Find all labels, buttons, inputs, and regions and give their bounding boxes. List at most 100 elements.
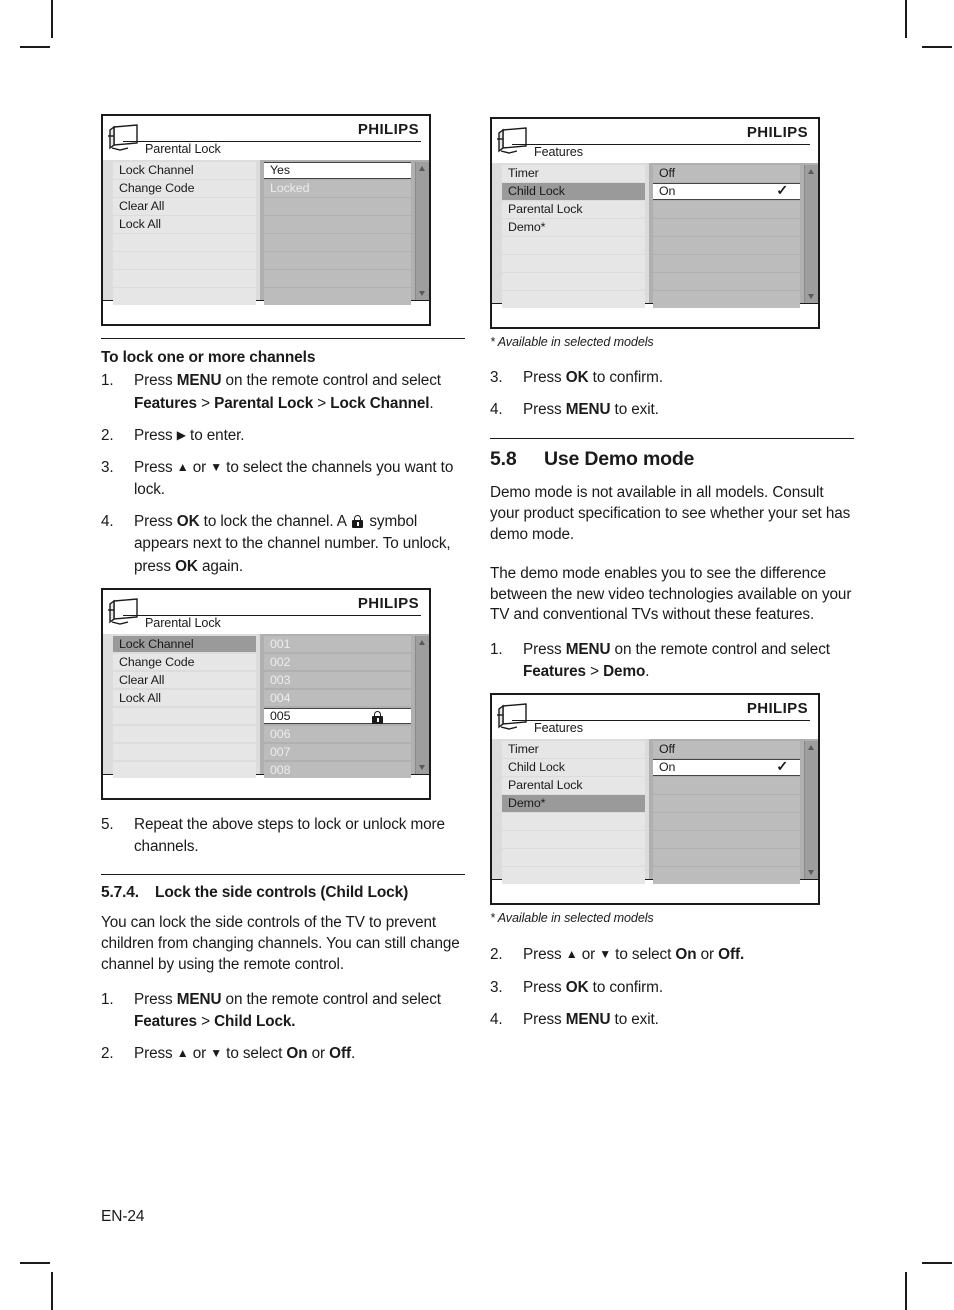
osd-body: Lock Channel Change Code Clear All Lock … bbox=[103, 160, 429, 305]
osd-scrollbar[interactable] bbox=[415, 162, 429, 300]
list-item: 4. Press MENU to exit. bbox=[490, 399, 854, 421]
scroll-up-arrow-icon[interactable] bbox=[419, 166, 425, 171]
osd-value-label: On bbox=[659, 184, 676, 198]
steps-demo-continued: 2. Press ▲ or ▼ to select On or Off. 3. Pr… bbox=[490, 944, 854, 1031]
lock-icon bbox=[370, 710, 385, 726]
osd-menu-item[interactable]: Change Code bbox=[113, 653, 256, 671]
osd-value-item-empty bbox=[653, 777, 800, 794]
osd-value-item-selected[interactable]: Yes bbox=[264, 162, 411, 179]
osd-menu-item[interactable]: Demo* bbox=[502, 219, 645, 236]
osd-value-item-empty bbox=[653, 831, 800, 848]
osd-channel-item[interactable]: 002 bbox=[264, 653, 411, 671]
osd-menu-item-empty bbox=[113, 725, 256, 743]
scroll-up-arrow-icon[interactable] bbox=[808, 745, 814, 751]
osd-menu-item[interactable]: Child Lock bbox=[502, 759, 645, 776]
osd-channel-item[interactable]: 008 bbox=[264, 761, 411, 779]
osd-channel-list: 001 002 003 004 005 006 007 008 bbox=[260, 635, 415, 779]
heading-section-5-8: 5.8 Use Demo mode bbox=[490, 448, 854, 471]
osd-menu-item-empty bbox=[502, 867, 645, 884]
osd-menu-item-empty bbox=[113, 743, 256, 761]
osd-scrollbar[interactable] bbox=[804, 741, 818, 880]
osd-channel-number: 005 bbox=[270, 708, 291, 723]
step-number: 2. bbox=[101, 1044, 114, 1062]
scroll-down-arrow-icon[interactable] bbox=[419, 291, 425, 296]
step-text: Press MENU on the remote control and sel… bbox=[523, 641, 830, 681]
checkmark-icon: ✓ bbox=[776, 758, 788, 775]
step-number: 2. bbox=[490, 946, 503, 964]
osd-value-item-empty bbox=[653, 255, 800, 272]
osd-value-panel: Off On ✓ bbox=[649, 739, 818, 884]
list-item: 3. Press OK to confirm. bbox=[490, 977, 854, 999]
osd-channel-item-selected[interactable]: 005 bbox=[264, 707, 411, 726]
osd-header: PHILIPS Features bbox=[492, 695, 818, 740]
step-text: Press ▲ or ▼ to select On or Off. bbox=[134, 1044, 356, 1062]
osd-menu-item[interactable]: Timer bbox=[502, 165, 645, 182]
osd-menu-item[interactable]: Change Code bbox=[113, 180, 256, 197]
osd-value-label: On bbox=[659, 760, 676, 775]
osd-menu-item-selected[interactable]: Lock Channel bbox=[113, 635, 256, 653]
osd-value-item-selected[interactable]: On ✓ bbox=[653, 183, 800, 200]
osd-value-item-selected[interactable]: On ✓ bbox=[653, 759, 800, 776]
osd-value-list: Yes Locked bbox=[260, 162, 415, 305]
list-item: 2. Press ▲ or ▼ to select On or Off. bbox=[101, 1043, 465, 1065]
osd-header: PHILIPS Features bbox=[492, 119, 818, 163]
osd-menu-item-selected[interactable]: Child Lock bbox=[502, 183, 645, 200]
philips-logo: PHILIPS bbox=[746, 700, 808, 718]
osd-scrollbar[interactable] bbox=[804, 165, 818, 303]
osd-menu-item-empty bbox=[113, 234, 256, 251]
osd-channel-item[interactable]: 007 bbox=[264, 743, 411, 761]
step-text: Press MENU to exit. bbox=[523, 401, 659, 419]
osd-menu-item[interactable]: Clear All bbox=[113, 671, 256, 689]
footnote-available-selected-models: * Available in selected models bbox=[490, 911, 654, 926]
osd-value-item-empty bbox=[653, 867, 800, 884]
osd-menu-item-empty bbox=[113, 252, 256, 269]
step-number: 1. bbox=[101, 990, 114, 1008]
paragraph-child-lock: You can lock the side controls of the TV… bbox=[101, 914, 460, 973]
osd-menu-item[interactable]: Clear All bbox=[113, 198, 256, 215]
scroll-up-arrow-icon[interactable] bbox=[419, 639, 425, 645]
paragraph-demo-availability: Demo mode is not available in all models… bbox=[490, 484, 851, 543]
osd-menu-item[interactable]: Lock All bbox=[113, 689, 256, 707]
section-divider bbox=[490, 438, 854, 440]
steps-child-lock: 1. Press MENU on the remote control and s… bbox=[101, 989, 465, 1066]
scroll-down-arrow-icon[interactable] bbox=[808, 294, 814, 299]
scroll-down-arrow-icon[interactable] bbox=[808, 870, 814, 876]
osd-value-item-empty bbox=[653, 201, 800, 218]
tv-icon bbox=[497, 127, 527, 154]
list-item: 5. Repeat the above steps to lock or unlo… bbox=[101, 814, 465, 858]
osd-channel-item[interactable]: 004 bbox=[264, 689, 411, 707]
scroll-down-arrow-icon[interactable] bbox=[419, 764, 425, 770]
osd-value-item[interactable]: Off bbox=[653, 741, 800, 758]
osd-menu-item-selected[interactable]: Demo* bbox=[502, 795, 645, 812]
section-number: 5.7.4. bbox=[101, 884, 139, 902]
osd-value-list: Off On ✓ bbox=[649, 165, 804, 308]
osd-value-item-empty bbox=[653, 291, 800, 308]
section-divider bbox=[101, 874, 465, 876]
step-number: 3. bbox=[490, 978, 503, 996]
osd-menu-item-empty bbox=[502, 813, 645, 830]
step-number: 1. bbox=[490, 641, 503, 659]
step-text: Press ▲ or ▼ to select the channels you … bbox=[134, 458, 454, 499]
list-item: 1. Press MENU on the remote control and s… bbox=[490, 639, 854, 683]
step-number: 3. bbox=[490, 369, 503, 386]
osd-menu-item[interactable]: Parental Lock bbox=[502, 201, 645, 218]
osd-value-item-empty bbox=[264, 216, 411, 233]
osd-value-item[interactable]: Locked bbox=[264, 180, 411, 197]
osd-menu-item[interactable]: Lock Channel bbox=[113, 162, 256, 179]
osd-channel-item[interactable]: 003 bbox=[264, 671, 411, 689]
osd-value-item-empty bbox=[264, 288, 411, 305]
osd-value-item-empty bbox=[653, 849, 800, 866]
osd-channel-item[interactable]: 001 bbox=[264, 635, 411, 653]
osd-menu-item[interactable]: Timer bbox=[502, 741, 645, 758]
left-column: PHILIPS Parental Lock Lock Channel Chang… bbox=[101, 110, 465, 1075]
osd-menu-item[interactable]: Lock All bbox=[113, 216, 256, 233]
osd-menu-item[interactable]: Parental Lock bbox=[502, 777, 645, 794]
osd-scrollbar[interactable] bbox=[415, 635, 429, 774]
osd-value-item[interactable]: Off bbox=[653, 165, 800, 182]
scroll-up-arrow-icon[interactable] bbox=[808, 169, 814, 174]
osd-menu-item-empty bbox=[113, 270, 256, 287]
list-item: 1. Press MENU on the remote control and s… bbox=[101, 989, 465, 1033]
osd-channel-item[interactable]: 006 bbox=[264, 725, 411, 743]
osd-menu-title: Features bbox=[534, 145, 583, 159]
steps-lock-channels: 1. Press MENU on the remote control and s… bbox=[101, 370, 465, 577]
